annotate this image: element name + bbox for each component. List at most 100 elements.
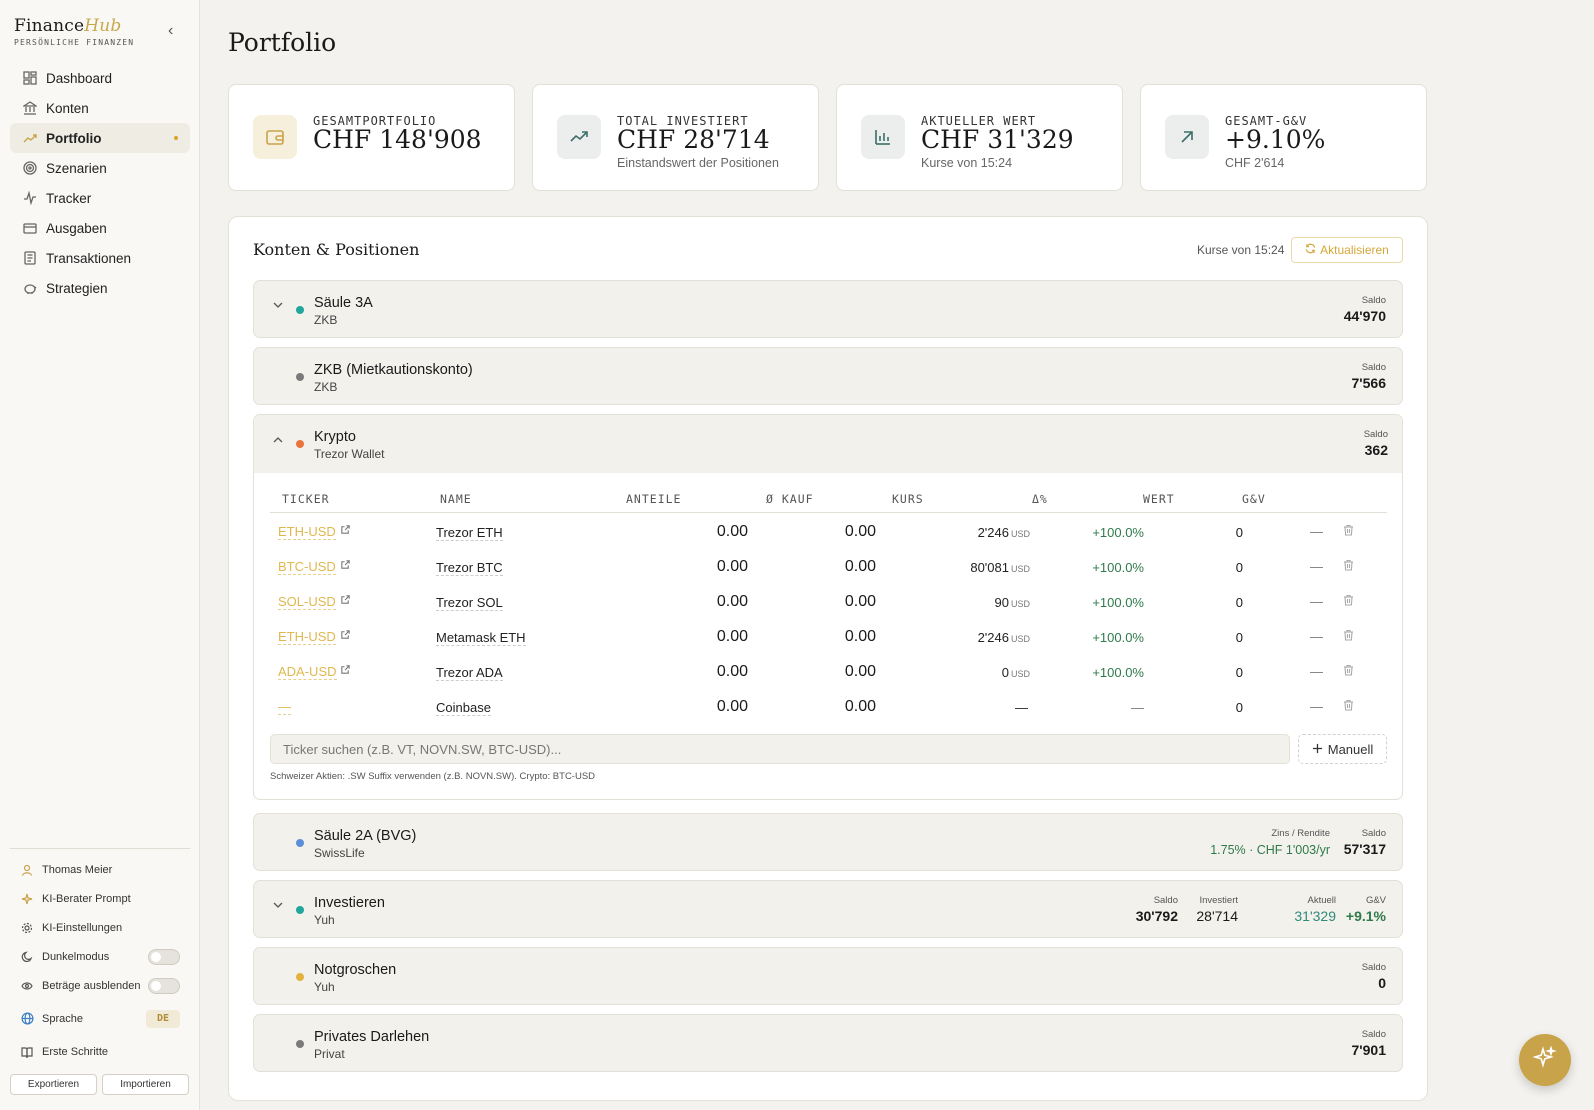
external-link-icon[interactable]: [340, 524, 351, 538]
position-avg-buy[interactable]: 0.00: [845, 698, 876, 716]
arrow-up-right-icon: [1165, 115, 1209, 159]
nav-item-ausgaben[interactable]: Ausgaben: [10, 213, 190, 243]
ai-prompt-link[interactable]: KI-Berater Prompt: [10, 884, 190, 913]
language-select[interactable]: DE: [146, 1009, 180, 1028]
trash-icon[interactable]: [1343, 559, 1354, 574]
account-name: Säule 2A (BVG): [314, 828, 417, 844]
account-row[interactable]: Notgroschen Yuh Saldo 0: [253, 947, 1403, 1005]
external-link-icon[interactable]: [340, 594, 351, 608]
trash-icon[interactable]: [1343, 699, 1354, 714]
column-header-anteile[interactable]: ANTEILE: [626, 492, 681, 506]
export-button[interactable]: Exportieren: [10, 1074, 97, 1095]
nav-item-strategien[interactable]: Strategien: [10, 273, 190, 303]
column-header-kauf[interactable]: Ø KAUF: [766, 492, 814, 506]
collapse-sidebar-icon[interactable]: ‹: [168, 22, 173, 40]
external-link-icon[interactable]: [340, 559, 351, 573]
account-institution: Trezor Wallet: [314, 447, 385, 461]
ticker-link[interactable]: ADA-USD: [278, 665, 337, 680]
account-row[interactable]: Privates Darlehen Privat Saldo 7'901: [253, 1014, 1403, 1072]
column-header-gv[interactable]: G&V: [1242, 492, 1266, 506]
position-value: 0: [1235, 700, 1243, 715]
price-value: 0: [1001, 665, 1009, 680]
position-name[interactable]: Trezor BTC: [436, 561, 503, 576]
hide-amounts-toggle[interactable]: [148, 977, 180, 994]
getting-started-link[interactable]: Erste Schritte: [10, 1037, 190, 1066]
account-row[interactable]: ZKB (Mietkautionskonto) ZKB Saldo 7'566: [253, 347, 1403, 405]
column-header-wert[interactable]: WERT: [1143, 492, 1175, 506]
ticker-link[interactable]: SOL-USD: [278, 595, 336, 610]
ai-prompt-label: KI-Berater Prompt: [42, 892, 131, 905]
user-icon: [20, 864, 34, 876]
nav-label: Tracker: [46, 190, 92, 206]
position-shares[interactable]: 0.00: [717, 663, 748, 681]
gv-metric: G&V +9.1%: [1346, 895, 1386, 924]
position-value: 0: [1235, 595, 1243, 610]
nav-item-transaktionen[interactable]: Transaktionen: [10, 243, 190, 273]
ticker-search-input[interactable]: Ticker suchen (z.B. VT, NOVN.SW, BTC-USD…: [270, 734, 1290, 764]
ticker-link[interactable]: —: [278, 700, 291, 715]
position-gv: —: [1310, 594, 1323, 609]
nav-item-tracker[interactable]: Tracker: [10, 183, 190, 213]
position-avg-buy[interactable]: 0.00: [845, 558, 876, 576]
position-shares[interactable]: 0.00: [717, 523, 748, 541]
position-name[interactable]: Trezor SOL: [436, 596, 503, 611]
position-name[interactable]: Coinbase: [436, 701, 491, 716]
account-row[interactable]: Säule 2A (BVG) SwissLife Zins / Rendite 1…: [253, 813, 1403, 871]
chevron-down-icon[interactable]: [272, 899, 284, 914]
ticker-link[interactable]: ETH-USD: [278, 525, 336, 540]
import-button[interactable]: Importieren: [102, 1074, 189, 1095]
position-shares[interactable]: 0.00: [717, 628, 748, 646]
nav-item-dashboard[interactable]: Dashboard: [10, 63, 190, 93]
account-institution: ZKB: [314, 313, 338, 327]
ticker-link[interactable]: ETH-USD: [278, 630, 336, 645]
nav-item-konten[interactable]: Konten: [10, 93, 190, 123]
position-name[interactable]: Metamask ETH: [436, 631, 526, 646]
logo[interactable]: FinanceHub PERSÖNLICHE FINANZEN: [14, 16, 134, 47]
trash-icon[interactable]: [1343, 664, 1354, 679]
column-header-delta[interactable]: Δ%: [1032, 492, 1048, 506]
trash-icon[interactable]: [1343, 629, 1354, 644]
column-header-name[interactable]: NAME: [440, 492, 472, 506]
ai-assistant-button[interactable]: [1519, 1034, 1571, 1086]
chevron-down-icon[interactable]: [272, 299, 284, 314]
account-row[interactable]: Säule 3A ZKB Saldo 44'970: [253, 280, 1403, 338]
trash-icon[interactable]: [1343, 594, 1354, 609]
position-avg-buy[interactable]: 0.00: [845, 523, 876, 541]
position-name[interactable]: Trezor ADA: [436, 666, 503, 681]
user-profile[interactable]: Thomas Meier: [10, 855, 190, 884]
position-shares[interactable]: 0.00: [717, 593, 748, 611]
refresh-button[interactable]: Aktualisieren: [1291, 237, 1403, 263]
column-header-kurs[interactable]: KURS: [892, 492, 924, 506]
ai-settings-link[interactable]: KI-Einstellungen: [10, 913, 190, 942]
external-link-icon[interactable]: [340, 629, 351, 643]
column-header-ticker[interactable]: TICKER: [282, 492, 330, 506]
metric-value: 7'566: [1351, 375, 1386, 391]
account-color-dot: [296, 306, 304, 314]
dark-mode-row: Dunkelmodus: [10, 942, 190, 971]
account-color-dot: [296, 373, 304, 381]
position-shares[interactable]: 0.00: [717, 698, 748, 716]
trash-icon[interactable]: [1343, 524, 1354, 539]
position-name[interactable]: Trezor ETH: [436, 526, 503, 541]
account-name: Notgroschen: [314, 962, 397, 978]
position-shares[interactable]: 0.00: [717, 558, 748, 576]
metric-value: 57'317: [1343, 841, 1386, 857]
metric-label: Aktuell: [1307, 895, 1336, 906]
position-avg-buy[interactable]: 0.00: [845, 628, 876, 646]
external-link-icon[interactable]: [340, 664, 351, 678]
ticker-link[interactable]: BTC-USD: [278, 560, 336, 575]
position-avg-buy[interactable]: 0.00: [845, 663, 876, 681]
position-avg-buy[interactable]: 0.00: [845, 593, 876, 611]
account-row[interactable]: Investieren Yuh Saldo 30'792 Investiert 28…: [253, 880, 1403, 938]
position-value: 0: [1235, 560, 1243, 575]
metric-label: Investiert: [1199, 895, 1238, 906]
dark-mode-toggle[interactable]: [148, 948, 180, 965]
account-row[interactable]: Krypto Trezor Wallet Saldo 362: [254, 415, 1402, 473]
position-value: 0: [1235, 525, 1243, 540]
nav-item-szenarien[interactable]: Szenarien: [10, 153, 190, 183]
chevron-up-icon[interactable]: [272, 433, 284, 451]
metric-label: Saldo: [1361, 828, 1386, 839]
pulse-icon: [22, 190, 38, 206]
nav-item-portfolio[interactable]: Portfolio: [10, 123, 190, 153]
add-manual-button[interactable]: Manuell: [1298, 734, 1387, 764]
